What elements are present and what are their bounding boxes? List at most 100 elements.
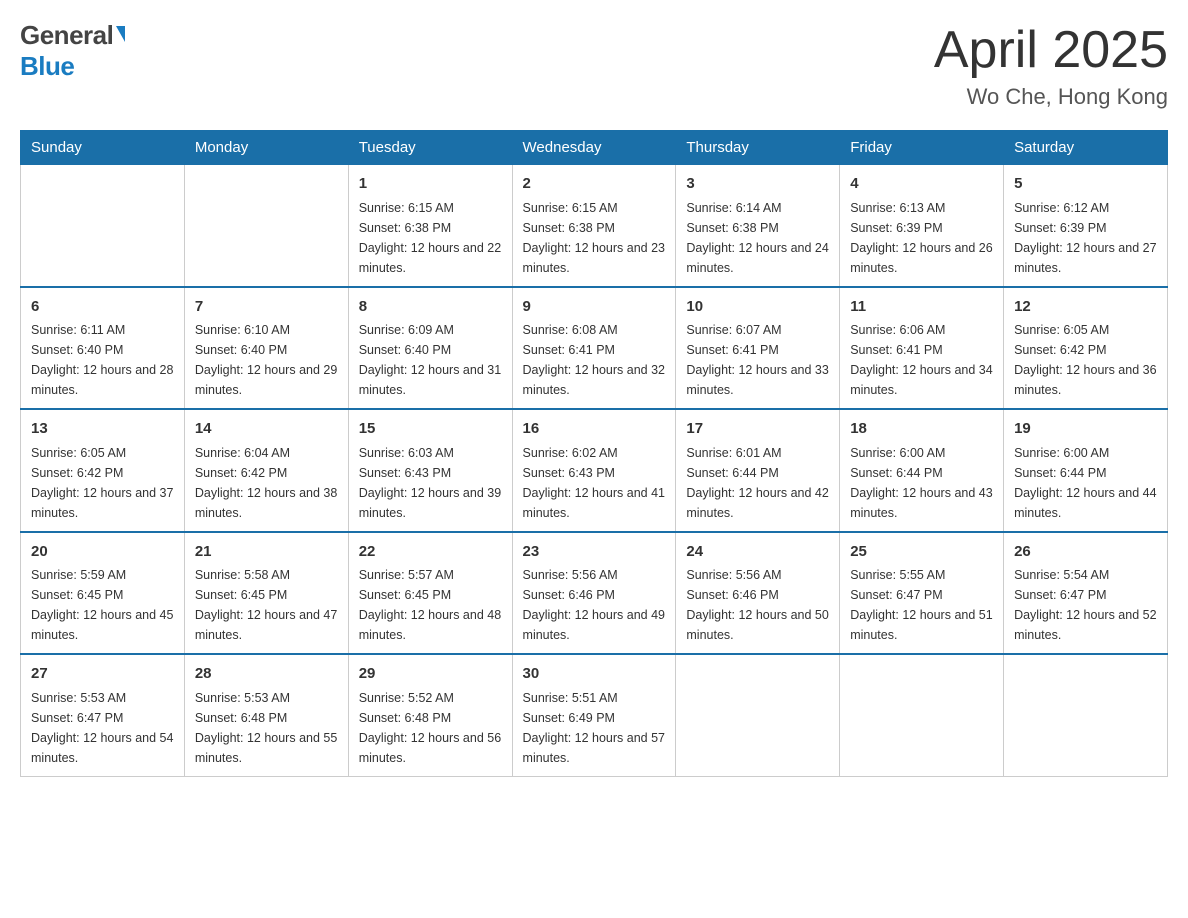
table-row: 30Sunrise: 5:51 AMSunset: 6:49 PMDayligh… [512,654,676,776]
header-sunday: Sunday [21,131,185,165]
day-info: Sunrise: 5:57 AMSunset: 6:45 PMDaylight:… [359,565,502,645]
day-number: 21 [195,541,338,564]
table-row: 15Sunrise: 6:03 AMSunset: 6:43 PMDayligh… [348,409,512,532]
day-number: 23 [523,541,666,564]
week-row-2: 6Sunrise: 6:11 AMSunset: 6:40 PMDaylight… [21,287,1168,410]
day-number: 8 [359,296,502,319]
table-row: 9Sunrise: 6:08 AMSunset: 6:41 PMDaylight… [512,287,676,410]
day-info: Sunrise: 5:51 AMSunset: 6:49 PMDaylight:… [523,688,666,768]
table-row: 4Sunrise: 6:13 AMSunset: 6:39 PMDaylight… [840,165,1004,287]
header-wednesday: Wednesday [512,131,676,165]
day-number: 12 [1014,296,1157,319]
table-row: 13Sunrise: 6:05 AMSunset: 6:42 PMDayligh… [21,409,185,532]
day-info: Sunrise: 6:15 AMSunset: 6:38 PMDaylight:… [523,198,666,278]
day-number: 24 [686,541,829,564]
table-row: 20Sunrise: 5:59 AMSunset: 6:45 PMDayligh… [21,532,185,655]
table-row [184,165,348,287]
week-row-5: 27Sunrise: 5:53 AMSunset: 6:47 PMDayligh… [21,654,1168,776]
day-info: Sunrise: 5:53 AMSunset: 6:48 PMDaylight:… [195,688,338,768]
day-info: Sunrise: 5:56 AMSunset: 6:46 PMDaylight:… [686,565,829,645]
table-row: 19Sunrise: 6:00 AMSunset: 6:44 PMDayligh… [1004,409,1168,532]
day-info: Sunrise: 6:08 AMSunset: 6:41 PMDaylight:… [523,320,666,400]
logo-blue-text: Blue [20,51,74,81]
logo-general-text: General [20,20,113,51]
day-number: 20 [31,541,174,564]
day-number: 14 [195,418,338,441]
day-info: Sunrise: 5:54 AMSunset: 6:47 PMDaylight:… [1014,565,1157,645]
table-row [676,654,840,776]
header-tuesday: Tuesday [348,131,512,165]
day-number: 30 [523,663,666,686]
day-number: 11 [850,296,993,319]
table-row: 28Sunrise: 5:53 AMSunset: 6:48 PMDayligh… [184,654,348,776]
table-row: 18Sunrise: 6:00 AMSunset: 6:44 PMDayligh… [840,409,1004,532]
table-row: 11Sunrise: 6:06 AMSunset: 6:41 PMDayligh… [840,287,1004,410]
day-number: 7 [195,296,338,319]
day-info: Sunrise: 5:52 AMSunset: 6:48 PMDaylight:… [359,688,502,768]
day-number: 22 [359,541,502,564]
day-number: 19 [1014,418,1157,441]
day-info: Sunrise: 6:00 AMSunset: 6:44 PMDaylight:… [1014,443,1157,523]
table-row: 27Sunrise: 5:53 AMSunset: 6:47 PMDayligh… [21,654,185,776]
table-row: 12Sunrise: 6:05 AMSunset: 6:42 PMDayligh… [1004,287,1168,410]
day-info: Sunrise: 6:03 AMSunset: 6:43 PMDaylight:… [359,443,502,523]
header-friday: Friday [840,131,1004,165]
table-row [1004,654,1168,776]
table-row: 22Sunrise: 5:57 AMSunset: 6:45 PMDayligh… [348,532,512,655]
table-row: 7Sunrise: 6:10 AMSunset: 6:40 PMDaylight… [184,287,348,410]
day-number: 26 [1014,541,1157,564]
day-info: Sunrise: 6:10 AMSunset: 6:40 PMDaylight:… [195,320,338,400]
table-row: 24Sunrise: 5:56 AMSunset: 6:46 PMDayligh… [676,532,840,655]
table-row: 6Sunrise: 6:11 AMSunset: 6:40 PMDaylight… [21,287,185,410]
day-number: 29 [359,663,502,686]
day-number: 16 [523,418,666,441]
table-row: 16Sunrise: 6:02 AMSunset: 6:43 PMDayligh… [512,409,676,532]
day-info: Sunrise: 6:09 AMSunset: 6:40 PMDaylight:… [359,320,502,400]
day-number: 2 [523,173,666,196]
table-row: 8Sunrise: 6:09 AMSunset: 6:40 PMDaylight… [348,287,512,410]
table-row: 3Sunrise: 6:14 AMSunset: 6:38 PMDaylight… [676,165,840,287]
day-number: 9 [523,296,666,319]
day-info: Sunrise: 6:12 AMSunset: 6:39 PMDaylight:… [1014,198,1157,278]
logo: General Blue [20,20,125,82]
table-row: 21Sunrise: 5:58 AMSunset: 6:45 PMDayligh… [184,532,348,655]
table-row: 26Sunrise: 5:54 AMSunset: 6:47 PMDayligh… [1004,532,1168,655]
day-info: Sunrise: 5:53 AMSunset: 6:47 PMDaylight:… [31,688,174,768]
day-info: Sunrise: 6:04 AMSunset: 6:42 PMDaylight:… [195,443,338,523]
day-info: Sunrise: 6:13 AMSunset: 6:39 PMDaylight:… [850,198,993,278]
day-number: 10 [686,296,829,319]
table-row: 17Sunrise: 6:01 AMSunset: 6:44 PMDayligh… [676,409,840,532]
location-title: Wo Che, Hong Kong [934,84,1168,110]
table-row: 1Sunrise: 6:15 AMSunset: 6:38 PMDaylight… [348,165,512,287]
table-row: 23Sunrise: 5:56 AMSunset: 6:46 PMDayligh… [512,532,676,655]
page-header: General Blue April 2025 Wo Che, Hong Kon… [20,20,1168,110]
header-monday: Monday [184,131,348,165]
table-row [21,165,185,287]
table-row: 25Sunrise: 5:55 AMSunset: 6:47 PMDayligh… [840,532,1004,655]
day-info: Sunrise: 6:00 AMSunset: 6:44 PMDaylight:… [850,443,993,523]
week-row-1: 1Sunrise: 6:15 AMSunset: 6:38 PMDaylight… [21,165,1168,287]
day-number: 25 [850,541,993,564]
day-info: Sunrise: 6:14 AMSunset: 6:38 PMDaylight:… [686,198,829,278]
day-number: 4 [850,173,993,196]
table-row: 29Sunrise: 5:52 AMSunset: 6:48 PMDayligh… [348,654,512,776]
header-thursday: Thursday [676,131,840,165]
table-row: 10Sunrise: 6:07 AMSunset: 6:41 PMDayligh… [676,287,840,410]
day-info: Sunrise: 5:56 AMSunset: 6:46 PMDaylight:… [523,565,666,645]
day-info: Sunrise: 6:07 AMSunset: 6:41 PMDaylight:… [686,320,829,400]
day-number: 6 [31,296,174,319]
day-number: 13 [31,418,174,441]
day-number: 18 [850,418,993,441]
day-info: Sunrise: 6:11 AMSunset: 6:40 PMDaylight:… [31,320,174,400]
table-row: 5Sunrise: 6:12 AMSunset: 6:39 PMDaylight… [1004,165,1168,287]
day-info: Sunrise: 5:55 AMSunset: 6:47 PMDaylight:… [850,565,993,645]
day-number: 28 [195,663,338,686]
title-section: April 2025 Wo Che, Hong Kong [934,20,1168,110]
day-number: 5 [1014,173,1157,196]
table-row: 2Sunrise: 6:15 AMSunset: 6:38 PMDaylight… [512,165,676,287]
weekday-header-row: Sunday Monday Tuesday Wednesday Thursday… [21,131,1168,165]
day-info: Sunrise: 6:06 AMSunset: 6:41 PMDaylight:… [850,320,993,400]
day-number: 17 [686,418,829,441]
day-info: Sunrise: 6:15 AMSunset: 6:38 PMDaylight:… [359,198,502,278]
day-number: 3 [686,173,829,196]
